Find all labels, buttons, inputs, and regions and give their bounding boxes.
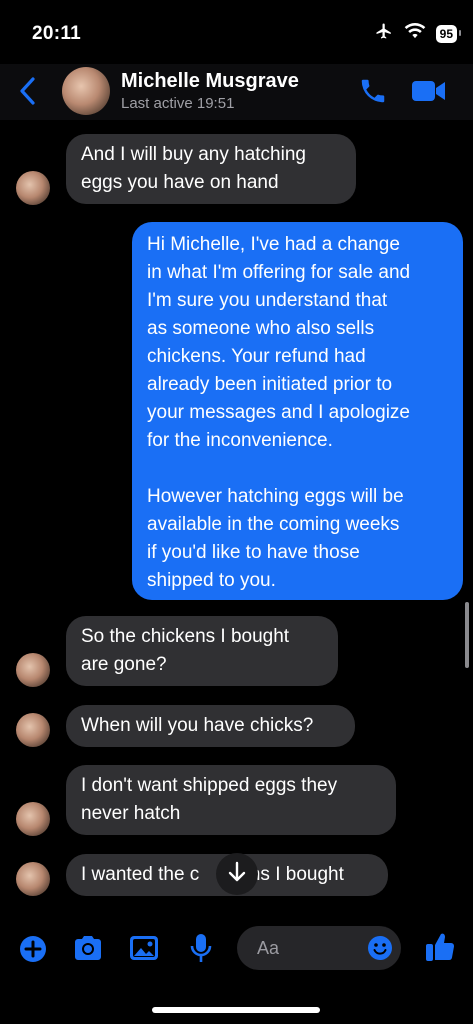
smiley-icon[interactable] [367, 935, 393, 966]
home-indicator[interactable] [152, 1007, 320, 1013]
message-line: However hatching eggs will be [147, 486, 404, 507]
battery-indicator: 95 [435, 24, 462, 43]
composer-bar: Aa [0, 910, 473, 985]
phone-icon[interactable] [358, 76, 388, 111]
last-active-status: Last active 19:51 [121, 95, 235, 112]
thumbs-up-icon[interactable] [424, 930, 456, 969]
status-icons: 95 [374, 22, 462, 45]
message-line: as someone who also sells [147, 318, 375, 339]
camera-icon[interactable] [72, 934, 104, 967]
message-line: if you'd like to have those [147, 542, 360, 563]
sender-avatar[interactable] [16, 802, 50, 836]
sender-avatar[interactable] [16, 713, 50, 747]
message-line: eggs you have on hand [81, 172, 279, 193]
message-line: available in the coming weeks [147, 514, 400, 535]
message-line: for the inconvenience. [147, 430, 333, 451]
message-line: shipped to you. [147, 570, 276, 591]
message-line: So the chickens I bought [81, 626, 290, 647]
message-fragment: I wanted the c [81, 864, 200, 885]
plus-circle-icon[interactable] [18, 934, 48, 969]
message-line: chickens. Your refund had [147, 346, 366, 367]
message-input[interactable]: Aa [237, 926, 401, 970]
sender-avatar[interactable] [16, 862, 50, 896]
message-input-placeholder: Aa [257, 938, 280, 958]
wifi-icon [404, 23, 426, 44]
message-line: When will you have chicks? [81, 715, 314, 736]
message-line: Hi Michelle, I've had a change [147, 234, 400, 255]
message-line: your messages and I apologize [147, 402, 410, 423]
contact-avatar[interactable] [62, 67, 110, 115]
incoming-message[interactable]: I don't want shipped eggs they never hat… [66, 765, 396, 835]
incoming-message[interactable]: And I will buy any hatching eggs you hav… [66, 134, 356, 204]
video-camera-icon[interactable] [411, 78, 447, 109]
chevron-left-icon[interactable] [18, 76, 38, 111]
message-line: in what I'm offering for sale and [147, 262, 411, 283]
status-bar: 20:11 95 [0, 0, 473, 64]
message-line: And I will buy any hatching [81, 144, 306, 165]
status-time: 20:11 [32, 23, 82, 44]
image-icon[interactable] [128, 934, 160, 967]
sender-avatar[interactable] [16, 653, 50, 687]
microphone-icon[interactable] [188, 932, 214, 969]
chat-header: Michelle Musgrave Last active 19:51 [0, 64, 473, 120]
scrollbar[interactable] [465, 602, 469, 668]
sender-avatar[interactable] [16, 171, 50, 205]
message-line: already been initiated prior to [147, 374, 393, 395]
contact-name[interactable]: Michelle Musgrave [121, 70, 299, 93]
message-line: are gone? [81, 654, 167, 675]
message-line: never hatch [81, 803, 181, 824]
message-line: I'm sure you understand that [147, 290, 388, 311]
outgoing-message[interactable]: Hi Michelle, I've had a change in what I… [132, 222, 463, 600]
arrow-down-icon [227, 861, 247, 888]
incoming-message[interactable]: So the chickens I bought are gone? [66, 616, 338, 686]
incoming-message[interactable]: When will you have chicks? [66, 705, 355, 747]
scroll-to-bottom-button[interactable] [216, 853, 258, 895]
airplane-icon [374, 22, 394, 45]
message-line: I don't want shipped eggs they [81, 775, 338, 796]
